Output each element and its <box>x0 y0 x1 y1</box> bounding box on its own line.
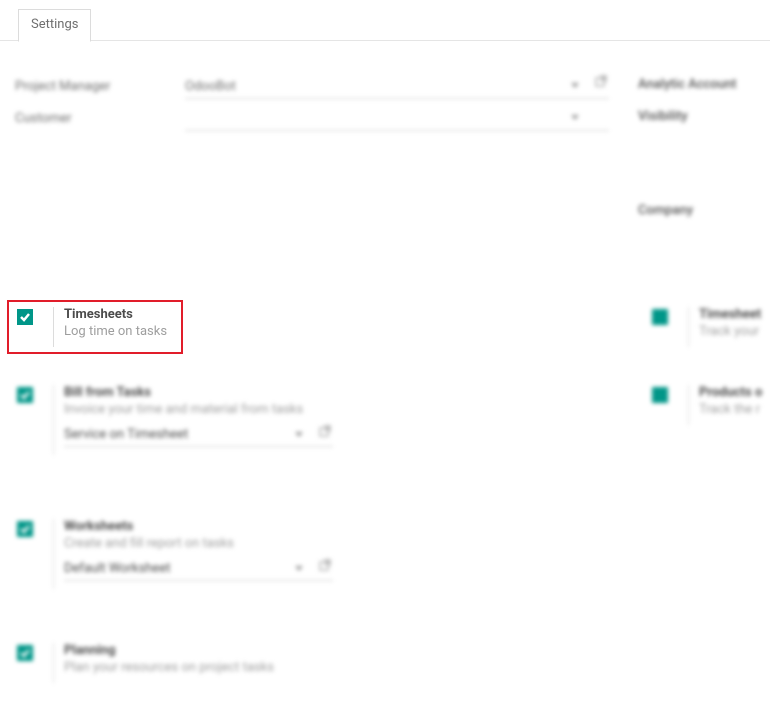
external-link-icon[interactable] <box>319 559 331 571</box>
option-title: Bill from Tasks <box>64 385 309 400</box>
company-label: Company <box>638 203 693 218</box>
option-desc: Plan your resources on project tasks <box>64 660 274 675</box>
checkbox-worksheets[interactable] <box>17 521 33 537</box>
option-title: Timesheet <box>699 307 770 322</box>
customer-label: Customer <box>15 111 185 126</box>
option-title: Worksheets <box>64 519 309 534</box>
option-desc: Track your <box>699 324 770 339</box>
chevron-down-icon <box>571 115 579 120</box>
option-title: Timesheets <box>64 307 167 322</box>
option-desc: Create and fill report on tasks <box>64 536 309 551</box>
option-desc: Track the r <box>699 402 770 417</box>
option-timesheets: Timesheets Log time on tasks <box>17 307 317 347</box>
option-title: Products o <box>699 385 770 400</box>
external-link-icon[interactable] <box>595 75 607 87</box>
tab-settings[interactable]: Settings <box>18 9 91 42</box>
checkbox-planning[interactable] <box>17 645 33 661</box>
chevron-down-icon <box>295 566 303 571</box>
chevron-down-icon <box>295 432 303 437</box>
worksheets-select[interactable] <box>64 557 333 581</box>
visibility-label: Visibility <box>638 109 688 124</box>
option-desc: Log time on tasks <box>64 324 167 339</box>
checkbox-bill-from-tasks[interactable] <box>17 387 33 403</box>
tab-settings-label: Settings <box>31 17 78 32</box>
customer-select[interactable] <box>185 105 609 131</box>
checkbox-right-timesheet[interactable] <box>652 309 668 325</box>
checkbox-right-products[interactable] <box>652 387 668 403</box>
project-manager-label: Project Manager <box>15 79 185 94</box>
option-title: Planning <box>64 643 274 658</box>
project-manager-select[interactable] <box>185 73 609 99</box>
chevron-down-icon <box>571 83 579 88</box>
external-link-icon[interactable] <box>319 425 331 437</box>
bill-from-tasks-select[interactable] <box>64 423 333 447</box>
option-planning: Planning Plan your resources on project … <box>17 643 437 683</box>
option-worksheets: Worksheets Create and fill report on tas… <box>17 519 437 589</box>
option-desc: Invoice your time and material from task… <box>64 402 309 417</box>
analytic-account-label: Analytic Account <box>638 77 736 92</box>
checkbox-timesheets[interactable] <box>17 309 33 325</box>
option-bill-from-tasks: Bill from Tasks Invoice your time and ma… <box>17 385 437 455</box>
